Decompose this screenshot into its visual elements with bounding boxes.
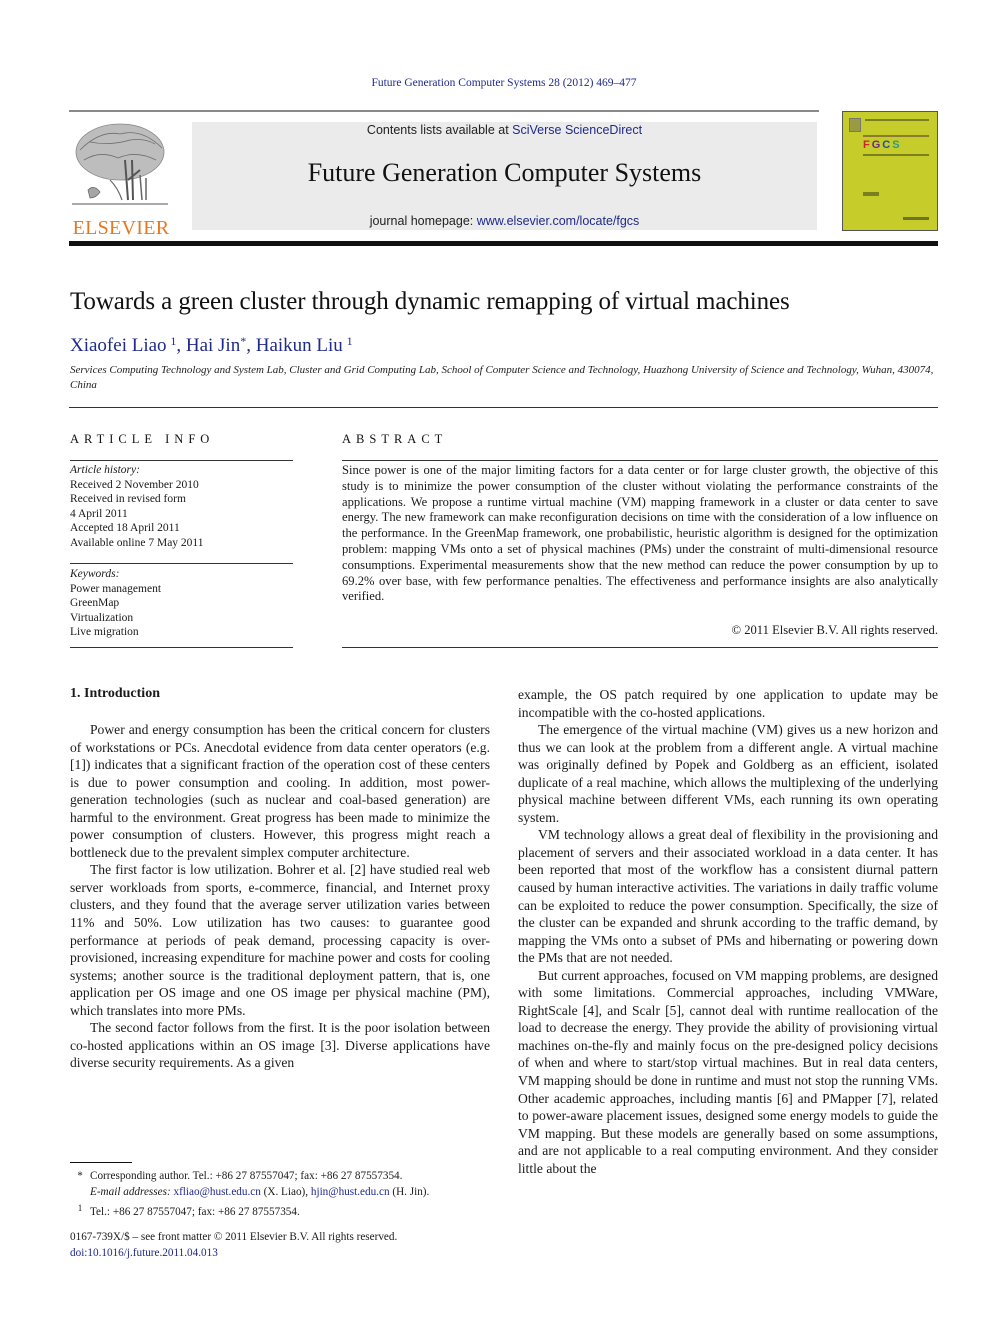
body-paragraph: But current approaches, focused on VM ma… — [518, 967, 938, 1176]
journal-masthead: Contents lists available at SciVerse Sci… — [192, 122, 817, 230]
article-history-label: Article history: — [70, 464, 140, 476]
journal-citation-link[interactable]: Future Generation Computer Systems 28 (2… — [371, 77, 636, 89]
body-paragraph: The second factor follows from the first… — [70, 1020, 490, 1071]
divider — [342, 460, 938, 461]
body-paragraph: The first factor is low utilization. Boh… — [70, 862, 490, 1018]
divider — [70, 563, 293, 564]
divider — [70, 460, 293, 461]
body-column-left: Power and energy consumption has been th… — [70, 721, 490, 1072]
footnote-1: 1 Tel.: +86 27 87557047; fax: +86 27 8755… — [70, 1200, 500, 1220]
footnote-rule — [70, 1162, 132, 1163]
cover-publisher-icon — [849, 118, 861, 132]
cover-acronym: FGCS — [863, 139, 902, 151]
history-entry: Available online 7 May 2011 — [70, 536, 204, 549]
body-paragraph: example, the OS patch required by one ap… — [518, 687, 938, 720]
author-name[interactable]: Hai Jin — [186, 335, 240, 356]
abstract-heading: ABSTRACT — [342, 432, 448, 446]
email-link[interactable]: xfliao@hust.edu.cn — [173, 1186, 260, 1198]
paper-title: Towards a green cluster through dynamic … — [70, 288, 790, 315]
section-heading-introduction: 1. Introduction — [70, 686, 160, 701]
elsevier-wordmark: ELSEVIER — [72, 217, 170, 239]
author-footnote-mark[interactable]: 1 — [170, 334, 176, 348]
issn-line: 0167-739X/$ – see front matter © 2011 El… — [70, 1231, 398, 1243]
history-entry: 4 April 2011 — [70, 507, 128, 520]
keyword: GreenMap — [70, 597, 120, 610]
journal-homepage-link[interactable]: www.elsevier.com/locate/fgcs — [477, 214, 640, 228]
footnote-star-mark: * — [77, 1170, 83, 1182]
front-matter: 0167-739X/$ – see front matter © 2011 El… — [70, 1229, 397, 1261]
divider — [342, 647, 938, 648]
history-entry: Accepted 18 April 2011 — [70, 522, 180, 535]
author-footnote-mark[interactable]: 1 — [347, 334, 353, 348]
author-name[interactable]: Haikun Liu — [256, 335, 343, 356]
journal-homepage: journal homepage: www.elsevier.com/locat… — [369, 214, 640, 228]
history-entry: Received in revised form — [70, 493, 186, 506]
journal-cover-thumbnail[interactable]: FGCS — [842, 111, 938, 231]
author-name[interactable]: Xiaofei Liao — [70, 335, 167, 356]
body-paragraph: The emergence of the virtual machine (VM… — [518, 722, 938, 825]
body-paragraph: VM technology allows a great deal of fle… — [518, 827, 938, 966]
article-info-heading: ARTICLE INFO — [70, 432, 215, 446]
author-footnote-mark[interactable]: * — [240, 334, 246, 348]
abstract-text: Since power is one of the major limiting… — [342, 463, 938, 604]
running-head[interactable]: Future Generation Computer Systems 28 (2… — [0, 77, 992, 89]
contents-availability: Contents lists available at SciVerse Sci… — [366, 123, 643, 137]
footnote-number-mark: 1 — [77, 1203, 83, 1213]
sciencedirect-link[interactable]: SciVerse ScienceDirect — [512, 123, 642, 137]
elsevier-tree-icon — [72, 123, 168, 205]
keyword: Live migration — [70, 626, 139, 639]
body-column-right: example, the OS patch required by one ap… — [518, 686, 938, 1177]
abstract-copyright: © 2011 Elsevier B.V. All rights reserved… — [731, 623, 939, 637]
history-entry: Received 2 November 2010 — [70, 478, 199, 491]
divider — [70, 647, 293, 648]
journal-title: Future Generation Computer Systems — [307, 158, 702, 187]
keywords: Keywords: Power management GreenMap Virt… — [70, 567, 295, 640]
affiliation: Services Computing Technology and System… — [70, 364, 934, 391]
footnote-corresponding: * Corresponding author. Tel.: +86 27 8755… — [70, 1168, 500, 1184]
body-paragraph: Power and energy consumption has been th… — [70, 722, 490, 860]
keyword: Virtualization — [70, 611, 134, 624]
header-thick-rule — [69, 241, 938, 246]
keywords-label: Keywords: — [70, 568, 120, 580]
keyword: Power management — [70, 582, 162, 595]
footnotes: * Corresponding author. Tel.: +86 27 8755… — [70, 1168, 500, 1220]
email-link[interactable]: hjin@hust.edu.cn — [311, 1186, 390, 1198]
doi-link[interactable]: doi:10.1016/j.future.2011.04.013 — [70, 1245, 397, 1261]
header-rule — [69, 110, 819, 112]
divider — [69, 407, 938, 408]
article-history: Article history: Received 2 November 201… — [70, 463, 295, 551]
author-list: Xiaofei Liao 1, Hai Jin*, Haikun Liu 1 — [70, 334, 353, 356]
elsevier-logo[interactable]: ELSEVIER — [70, 120, 172, 239]
footnote-emails: E-mail addresses: xfliao@hust.edu.cn (X.… — [90, 1186, 430, 1198]
